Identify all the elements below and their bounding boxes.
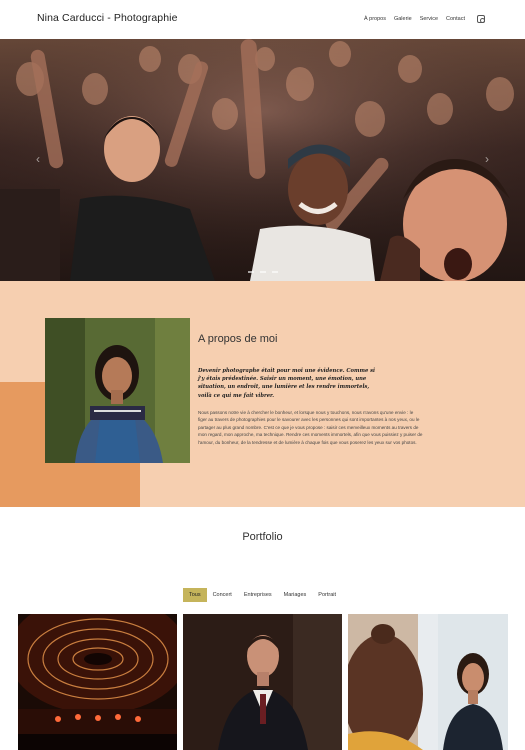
gallery-item-entreprise[interactable] — [183, 614, 342, 750]
nav-link-a-propos[interactable]: À propos — [364, 16, 386, 22]
gallery-item-concert[interactable] — [18, 614, 177, 750]
carousel-dot[interactable] — [247, 271, 254, 273]
filter-entreprises[interactable]: Entreprises — [238, 588, 278, 602]
gallery-item-portrait[interactable] — [348, 614, 508, 750]
about-section: A propos de moi Devenir photographe étai… — [0, 281, 525, 507]
portfolio-gallery — [18, 614, 508, 750]
carousel-next-icon[interactable]: › — [485, 152, 489, 166]
hero-banner: ‹ › — [0, 39, 525, 281]
about-body-text: Nous passons notre vie à chercher le bon… — [198, 410, 423, 445]
carousel-indicators — [0, 271, 525, 273]
nav-link-galerie[interactable]: Galerie — [394, 16, 412, 22]
carousel-prev-icon[interactable]: ‹ — [36, 152, 40, 166]
filter-tous[interactable]: Tous — [182, 588, 207, 602]
instagram-icon[interactable] — [477, 15, 485, 23]
about-portrait-image — [45, 318, 190, 463]
nav-link-contact[interactable]: Contact — [446, 16, 465, 22]
portfolio-title: Portfolio — [242, 531, 283, 543]
site-header: Nina Carducci - Photographie À propos Ga… — [0, 0, 525, 39]
site-brand[interactable]: Nina Carducci - Photographie — [37, 12, 178, 24]
filter-portrait[interactable]: Portrait — [312, 588, 342, 602]
about-lead-text: Devenir photographe était pour moi une é… — [198, 368, 375, 399]
carousel-dot[interactable] — [271, 271, 278, 273]
about-title: A propos de moi — [198, 333, 278, 345]
nav-link-service[interactable]: Service — [420, 16, 438, 22]
carousel-dot[interactable] — [259, 271, 266, 273]
hero-crowd-image — [0, 39, 525, 281]
filter-mariages[interactable]: Mariages — [278, 588, 313, 602]
main-nav: À propos Galerie Service Contact — [364, 15, 485, 23]
portfolio-filters: Tous Concert Entreprises Mariages Portra… — [0, 588, 525, 602]
filter-concert[interactable]: Concert — [207, 588, 238, 602]
